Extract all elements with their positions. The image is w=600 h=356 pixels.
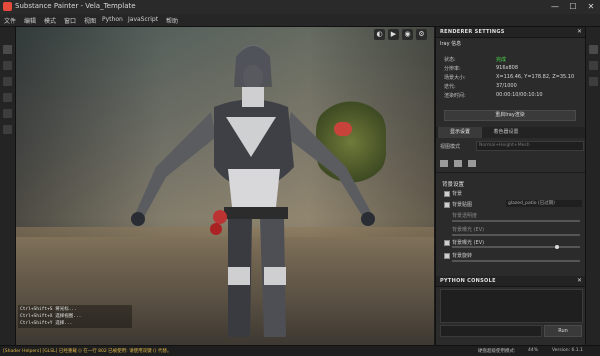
scene-size-label: 场景大小: bbox=[444, 75, 466, 81]
restart-iray-button[interactable]: 重启Iray渲染 bbox=[444, 110, 576, 121]
background-checkbox[interactable] bbox=[444, 191, 450, 197]
background-opacity-slider[interactable] bbox=[452, 220, 580, 222]
right-panel: RENDERER SETTINGS ✕ Iray 信息 状态: 完成 分辨率: … bbox=[435, 27, 585, 345]
minimize-button[interactable]: — bbox=[548, 1, 562, 12]
close-button[interactable]: ✕ bbox=[584, 1, 598, 12]
background-exposure-checkbox[interactable] bbox=[444, 240, 450, 246]
iray-info-title: Iray 信息 bbox=[440, 41, 462, 47]
render-time-value: 00:00:10/00:10:10 bbox=[496, 92, 543, 98]
hint-line: Ctrl+Shift+S 将光标... bbox=[20, 307, 77, 312]
right-dock-strip bbox=[585, 27, 600, 345]
video-icon[interactable] bbox=[454, 160, 462, 167]
layers-icon[interactable] bbox=[589, 45, 598, 54]
menu-window[interactable]: 窗口 bbox=[64, 16, 76, 25]
tab-shader-settings[interactable]: 着色器设置 bbox=[484, 127, 528, 138]
texture-set-icon[interactable] bbox=[589, 77, 598, 86]
scene-size-value: X=116.46, Y=178.82, Z=35.10 bbox=[496, 74, 575, 80]
view-mode-field[interactable]: Normal+Height+Mesh bbox=[476, 141, 584, 151]
python-console-output[interactable] bbox=[440, 289, 583, 323]
background-exposure-label-2: 背景曝光 (EV) bbox=[452, 240, 485, 246]
3d-viewport[interactable]: ◐ ▶ ◉ ⚙ Ctrl+Shift+S 将光标... Ctrl+Shift+X… bbox=[16, 27, 434, 345]
exposure-slider-thumb[interactable] bbox=[554, 245, 559, 249]
memory-label: 硬盘超级使用模式: bbox=[478, 349, 516, 354]
renderer-settings-title: RENDERER SETTINGS bbox=[440, 29, 505, 35]
picker-tool-icon[interactable] bbox=[3, 125, 12, 134]
background-section-title: 背景设置 bbox=[442, 182, 465, 188]
exposure-slider[interactable] bbox=[452, 246, 580, 248]
hint-line: Ctrl+Shift+Y 选择... bbox=[20, 321, 73, 326]
smudge-tool-icon[interactable] bbox=[3, 93, 12, 102]
environment-icon[interactable]: ◐ bbox=[374, 29, 385, 40]
camera-icon[interactable]: ▶ bbox=[388, 29, 399, 40]
console-close-icon[interactable]: ✕ bbox=[577, 277, 582, 284]
app-logo-icon bbox=[3, 2, 12, 11]
tab-display-settings[interactable]: 显示设置 bbox=[438, 127, 482, 138]
background-exposure-slider[interactable] bbox=[452, 234, 580, 236]
brush-tool-icon[interactable] bbox=[3, 45, 12, 54]
menu-javascript[interactable]: JavaScript bbox=[128, 16, 158, 23]
menu-view[interactable]: 视图 bbox=[84, 16, 96, 25]
iterations-label: 迭代: bbox=[444, 84, 456, 90]
background-map-field[interactable]: glazed_patio (已过期) bbox=[506, 200, 582, 207]
window-title: Substance Painter - Vela_Template bbox=[15, 2, 136, 10]
version-label: Version: 6.1.1 bbox=[552, 348, 583, 353]
divider bbox=[436, 172, 585, 173]
projection-tool-icon[interactable] bbox=[3, 77, 12, 86]
settings-icon[interactable]: ⚙ bbox=[416, 29, 427, 40]
python-console-title: PYTHON CONSOLE bbox=[440, 278, 496, 284]
background-map-checkbox[interactable] bbox=[444, 202, 450, 208]
character-model bbox=[131, 45, 375, 337]
background-exposure-label: 背景曝光 (EV) bbox=[452, 227, 485, 233]
resolution-label: 分辨率: bbox=[444, 66, 461, 72]
python-console-header[interactable]: PYTHON CONSOLE ✕ bbox=[436, 276, 585, 287]
background-opacity-label: 背景透明度 bbox=[452, 213, 478, 219]
panel-close-icon[interactable]: ✕ bbox=[577, 28, 582, 35]
left-toolbar bbox=[0, 27, 16, 345]
viewport-shortcut-hints: Ctrl+Shift+S 将光标... Ctrl+Shift+X 选择视图...… bbox=[18, 305, 132, 328]
image-icon[interactable] bbox=[440, 160, 448, 167]
crop-icon[interactable] bbox=[468, 160, 476, 167]
background-label: 背景 bbox=[452, 191, 463, 197]
menu-help[interactable]: 帮助 bbox=[166, 16, 178, 25]
menu-file[interactable]: 文件 bbox=[4, 16, 16, 25]
background-rotation-label: 背景旋转 bbox=[452, 253, 473, 259]
run-button[interactable]: Run bbox=[544, 325, 582, 337]
clone-tool-icon[interactable] bbox=[3, 109, 12, 118]
status-label: 状态: bbox=[444, 57, 456, 63]
properties-icon[interactable] bbox=[589, 61, 598, 70]
resolution-value: 916x808 bbox=[496, 65, 519, 71]
memory-value: 44% bbox=[528, 348, 539, 353]
background-rotation-checkbox[interactable] bbox=[444, 253, 450, 259]
hint-line: Ctrl+Shift+X 选择视图... bbox=[20, 314, 82, 319]
status-bar: [Shader Helpers] [GLSL] 已经重载 () 在一行 802 … bbox=[0, 345, 600, 356]
view-mode-label: 视图模式 bbox=[440, 144, 461, 150]
background-map-label: 背景贴图 bbox=[452, 202, 473, 208]
menu-python[interactable]: Python bbox=[102, 16, 123, 23]
settings-tabs: 显示设置 着色器设置 bbox=[436, 127, 585, 138]
rotation-slider[interactable] bbox=[452, 260, 580, 262]
screenshot-icon[interactable]: ◉ bbox=[402, 29, 413, 40]
menu-bar: 文件 编辑 模式 窗口 视图 Python JavaScript 帮助 bbox=[0, 14, 600, 27]
status-value: 完成 bbox=[496, 57, 507, 63]
iterations-value: 37/1000 bbox=[496, 83, 517, 89]
status-message: [Shader Helpers] [GLSL] 已经重载 () 在一行 802 … bbox=[3, 349, 172, 354]
render-time-label: 渲染时间: bbox=[444, 93, 466, 99]
maximize-button[interactable]: ☐ bbox=[566, 1, 580, 12]
menu-mode[interactable]: 模式 bbox=[44, 16, 56, 25]
python-console-input[interactable] bbox=[440, 325, 542, 337]
title-bar: Substance Painter - Vela_Template — ☐ ✕ bbox=[0, 0, 600, 15]
eraser-tool-icon[interactable] bbox=[3, 61, 12, 70]
menu-edit[interactable]: 编辑 bbox=[24, 16, 36, 25]
renderer-settings-header[interactable]: RENDERER SETTINGS ✕ bbox=[436, 27, 585, 38]
